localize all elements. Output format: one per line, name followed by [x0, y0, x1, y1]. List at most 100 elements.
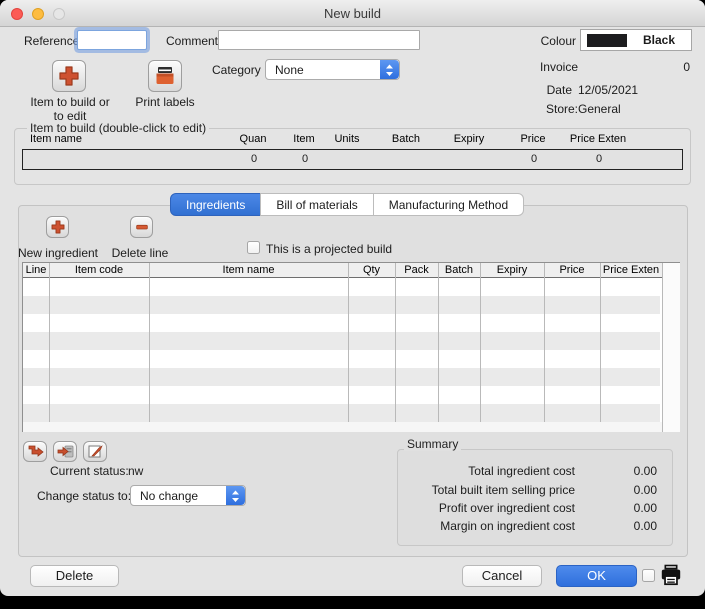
delete-button[interactable]: Delete — [30, 565, 119, 587]
summary-legend: Summary — [404, 437, 461, 451]
ing-col-item-name[interactable]: Item name — [149, 264, 348, 276]
summary-row-label: Total ingredient cost — [400, 464, 575, 478]
summary-row-value: 0.00 — [585, 483, 657, 497]
change-status-value: No change — [140, 489, 198, 503]
reference-input[interactable] — [77, 30, 147, 50]
table-row[interactable] — [23, 314, 660, 332]
print-labels-label: Print labels — [118, 95, 212, 109]
build-row-price-exten: 0 — [559, 153, 639, 165]
build-col-item-name[interactable]: Item name — [30, 133, 82, 145]
delete-line-button[interactable] — [130, 216, 153, 238]
build-col-units[interactable]: Units — [322, 133, 372, 145]
print-checkbox[interactable] — [642, 569, 655, 582]
item-to-build-button[interactable] — [52, 60, 86, 92]
tab-bill-of-materials[interactable]: Bill of materials — [260, 193, 373, 216]
column-divider[interactable] — [348, 263, 349, 422]
build-col-quan[interactable]: Quan — [228, 133, 278, 145]
build-row-item: 0 — [280, 153, 330, 165]
category-select[interactable]: None — [265, 59, 400, 80]
date-label: Date — [524, 83, 572, 97]
ingredients-table-header: Line Item code Item name Qty Pack Batch … — [23, 263, 679, 278]
ing-col-pack[interactable]: Pack — [395, 264, 438, 276]
table-scrollbar[interactable] — [662, 263, 680, 432]
current-status-label: Current status: — [50, 464, 129, 478]
current-status-value: nw — [128, 464, 143, 478]
column-divider[interactable] — [149, 263, 150, 422]
stepper-icon — [226, 486, 245, 505]
date-value: 12/05/2021 — [578, 83, 638, 97]
stepper-icon — [380, 60, 399, 79]
colour-swatch — [587, 34, 627, 47]
ing-col-expiry[interactable]: Expiry — [480, 264, 544, 276]
ing-col-price-exten[interactable]: Price Exten — [600, 264, 662, 276]
category-label: Category — [212, 63, 261, 77]
edit-note-button[interactable] — [83, 441, 107, 462]
build-col-price-exten[interactable]: Price Exten — [558, 133, 638, 145]
new-build-dialog: New build Reference Comment Colour Black… — [0, 0, 705, 596]
table-row[interactable] — [23, 332, 660, 350]
invoice-label: Invoice — [524, 60, 578, 74]
ing-col-price[interactable]: Price — [544, 264, 600, 276]
ing-col-qty[interactable]: Qty — [348, 264, 395, 276]
comment-input[interactable] — [218, 30, 420, 50]
minus-icon — [134, 219, 150, 235]
projected-build-label: This is a projected build — [266, 242, 392, 256]
ing-col-line[interactable]: Line — [23, 264, 49, 276]
change-status-label: Change status to: — [37, 489, 131, 503]
table-row[interactable] — [23, 386, 660, 404]
build-row-price: 0 — [509, 153, 559, 165]
print-labels-button[interactable] — [148, 60, 182, 92]
ok-button[interactable]: OK — [556, 565, 637, 587]
ing-col-batch[interactable]: Batch — [438, 264, 480, 276]
column-divider[interactable] — [395, 263, 396, 422]
colour-well[interactable]: Black — [580, 29, 692, 51]
change-status-select[interactable]: No change — [130, 485, 246, 506]
label-tray-icon — [153, 65, 177, 87]
column-divider[interactable] — [49, 263, 50, 422]
build-col-batch[interactable]: Batch — [381, 133, 431, 145]
column-divider[interactable] — [438, 263, 439, 422]
window-title: New build — [0, 6, 705, 21]
pencil-edit-icon — [87, 444, 104, 459]
print-button[interactable] — [658, 562, 684, 588]
title-bar[interactable]: New build — [0, 0, 705, 27]
column-divider[interactable] — [544, 263, 545, 422]
colour-value: Black — [629, 33, 689, 47]
transfer-button[interactable] — [23, 441, 47, 462]
table-row[interactable] — [23, 350, 660, 368]
tab-ingredients[interactable]: Ingredients — [170, 193, 261, 216]
arrow-into-stack-icon — [57, 444, 74, 459]
summary-row-label: Profit over ingredient cost — [400, 501, 575, 515]
summary-row-label: Margin on ingredient cost — [400, 519, 575, 533]
table-row[interactable] — [23, 404, 660, 422]
build-col-expiry[interactable]: Expiry — [444, 133, 494, 145]
tab-manufacturing-method[interactable]: Manufacturing Method — [373, 193, 524, 216]
reference-label: Reference — [24, 34, 79, 48]
plus-cross-icon — [50, 219, 66, 235]
table-row[interactable] — [23, 278, 660, 296]
store-value: General — [578, 102, 621, 116]
table-row[interactable] — [23, 296, 660, 314]
copy-to-stack-button[interactable] — [53, 441, 77, 462]
colour-label: Colour — [536, 34, 576, 48]
summary-row-value: 0.00 — [585, 464, 657, 478]
new-ingredient-button[interactable] — [46, 216, 69, 238]
comment-label: Comment — [166, 34, 218, 48]
summary-row-value: 0.00 — [585, 519, 657, 533]
build-table-row[interactable]: 0 0 0 0 — [22, 149, 683, 170]
column-divider[interactable] — [480, 263, 481, 422]
summary-row-label: Total built item selling price — [400, 483, 575, 497]
invoice-value: 0 — [620, 60, 690, 74]
column-divider[interactable] — [600, 263, 601, 422]
summary-row-value: 0.00 — [585, 501, 657, 515]
new-ingredient-label: New ingredient — [14, 246, 102, 260]
item-to-build-label-line1: Item to build or — [20, 95, 120, 109]
tab-bar: Ingredients Bill of materials Manufactur… — [170, 193, 524, 216]
projected-build-checkbox[interactable] — [247, 241, 260, 254]
ing-col-item-code[interactable]: Item code — [49, 264, 149, 276]
transfer-icon — [27, 444, 44, 459]
build-col-price[interactable]: Price — [508, 133, 558, 145]
table-row[interactable] — [23, 368, 660, 386]
table-footer-strip — [23, 422, 679, 432]
cancel-button[interactable]: Cancel — [462, 565, 542, 587]
